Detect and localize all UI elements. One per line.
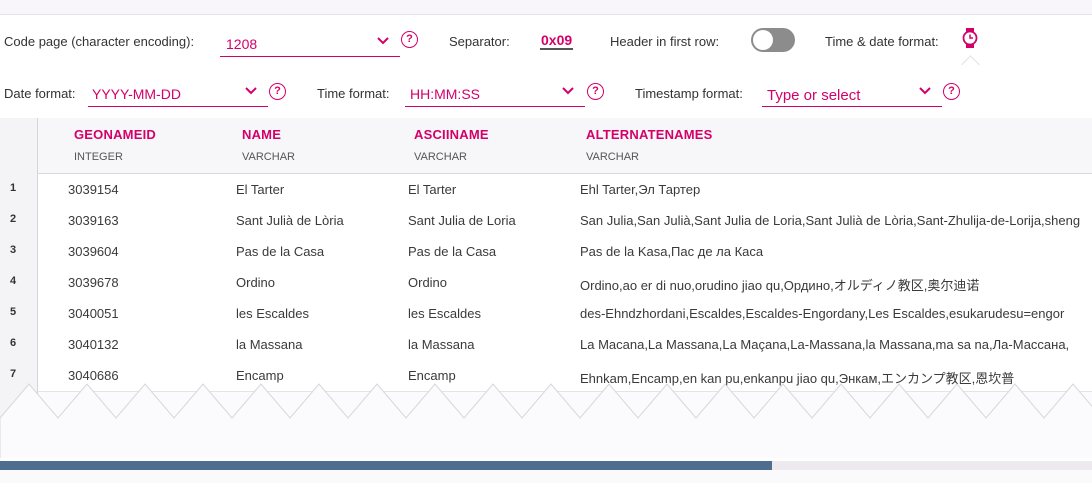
row-number: 7 <box>10 368 17 380</box>
time-format-select[interactable]: HH:MM:SS <box>405 80 585 107</box>
watch-icon[interactable] <box>961 27 979 49</box>
timestamp-format-help-icon[interactable]: ? <box>943 83 960 100</box>
table-row[interactable]: 3039163 Sant Julià de Lòria Sant Julia de … <box>0 205 1092 237</box>
row-number: 2 <box>10 213 17 225</box>
column-type: VARCHAR <box>586 151 639 163</box>
table-cell: 3040686 <box>68 368 119 383</box>
bottom-strip <box>0 470 1092 483</box>
table-cell: La Macana,La Massana,La Maçana,La-Massan… <box>580 337 1070 352</box>
table-cell: 3040132 <box>68 337 119 352</box>
top-strip <box>0 0 1092 15</box>
horizontal-scrollbar-thumb[interactable] <box>0 461 773 470</box>
table-cell: Pas de la Casa <box>236 244 325 259</box>
column-name: NAME <box>242 127 282 142</box>
table-cell: la Massana <box>408 337 475 352</box>
table-cell: Ordino <box>408 275 448 290</box>
column-type: INTEGER <box>74 151 123 163</box>
row-number: 3 <box>10 244 17 256</box>
table-cell: 3039604 <box>68 244 119 259</box>
chevron-down-icon <box>245 87 257 95</box>
toggle-knob <box>753 30 773 50</box>
table-cell: Pas de la Casa <box>408 244 497 259</box>
date-format-select[interactable]: YYYY-MM-DD <box>88 80 268 107</box>
header-first-row-label: Header in first row: <box>610 34 720 49</box>
time-format-help-icon[interactable]: ? <box>587 83 604 100</box>
table-row[interactable]: 3040051 les Escaldes les Escaldes des-Ehndz… <box>0 298 1092 330</box>
table-cell: 3039154 <box>68 182 119 197</box>
table-cell: les Escaldes <box>408 306 481 321</box>
table-cell: 3040051 <box>68 306 119 321</box>
grid-header: GEONAMEID INTEGER NAME VARCHAR ASCIINAME… <box>0 118 1092 174</box>
table-cell: El Tarter <box>408 182 457 197</box>
table-cell: Pas de la Kasa,Пас де ла Каса <box>580 244 764 259</box>
table-row[interactable]: 3039604 Pas de la Casa Pas de la Casa Pas d… <box>0 236 1092 268</box>
code-page-select[interactable]: 1208 <box>220 30 400 57</box>
preview-grid: GEONAMEID INTEGER NAME VARCHAR ASCIINAME… <box>0 118 1092 458</box>
timestamp-format-placeholder: Type or select <box>767 87 861 104</box>
column-name: ASCIINAME <box>414 127 489 142</box>
import-options-row-1: Code page (character encoding): 1208 ? S… <box>0 22 1092 62</box>
column-type: VARCHAR <box>414 151 467 163</box>
table-row[interactable]: 3039154 El Tarter El Tarter Ehl Tarter,Эл Т… <box>0 174 1092 206</box>
table-cell: Sant Julia de Loria <box>408 213 516 228</box>
table-cell: Ordino <box>236 275 276 290</box>
chevron-down-icon <box>919 87 931 95</box>
table-cell: Ehl Tarter,Эл Тартер <box>580 182 701 197</box>
header-first-row-toggle[interactable] <box>751 28 795 52</box>
chevron-down-icon <box>377 37 389 45</box>
date-format-help-icon[interactable]: ? <box>269 83 286 100</box>
time-format-value: HH:MM:SS <box>410 86 480 102</box>
table-cell: la Massana <box>236 337 303 352</box>
column-name: GEONAMEID <box>74 127 156 142</box>
row-number: 1 <box>10 182 17 194</box>
row-number: 4 <box>10 275 17 287</box>
separator-label: Separator: <box>449 34 510 49</box>
table-row[interactable]: 3040132 la Massana la Massana La Macana,La … <box>0 329 1092 361</box>
column-type: VARCHAR <box>242 151 295 163</box>
table-cell: Encamp <box>236 368 284 383</box>
time-date-format-label: Time & date format: <box>825 34 939 49</box>
table-cell: Sant Julià de Lòria <box>236 213 344 228</box>
table-cell: El Tarter <box>236 182 285 197</box>
code-page-label: Code page (character encoding): <box>4 34 195 49</box>
date-format-label: Date format: <box>4 86 76 101</box>
timestamp-format-label: Timestamp format: <box>635 86 743 101</box>
column-name: ALTERNATENAMES <box>586 127 713 142</box>
table-cell: San Julia,San Julià,Sant Julia de Loria,… <box>580 213 1081 228</box>
timestamp-format-select[interactable]: Type or select <box>762 80 942 107</box>
table-cell: des-Ehndzhordani,Escaldes,Escaldes-Engor… <box>580 306 1065 321</box>
import-options-row-2: Date format: YYYY-MM-DD ? Time format: H… <box>0 73 1092 113</box>
table-cell: les Escaldes <box>236 306 309 321</box>
table-cell: Encamp <box>408 368 456 383</box>
separator-input[interactable]: 0x09 <box>540 32 574 50</box>
table-row[interactable]: 3039678 Ordino Ordino Ordino,ao er di nuo,o… <box>0 267 1092 299</box>
chevron-down-icon <box>562 87 574 95</box>
truncation-tear-edge <box>0 383 1092 458</box>
row-number: 6 <box>10 337 17 349</box>
table-cell: 3039163 <box>68 213 119 228</box>
time-format-label: Time format: <box>317 86 390 101</box>
row-number: 5 <box>10 306 17 318</box>
date-format-value: YYYY-MM-DD <box>92 86 181 102</box>
table-cell: 3039678 <box>68 275 119 290</box>
code-page-value: 1208 <box>226 36 258 52</box>
code-page-help-icon[interactable]: ? <box>401 31 418 48</box>
table-cell: Ordino,ao er di nuo,orudino jiao qu,Орди… <box>580 278 980 293</box>
